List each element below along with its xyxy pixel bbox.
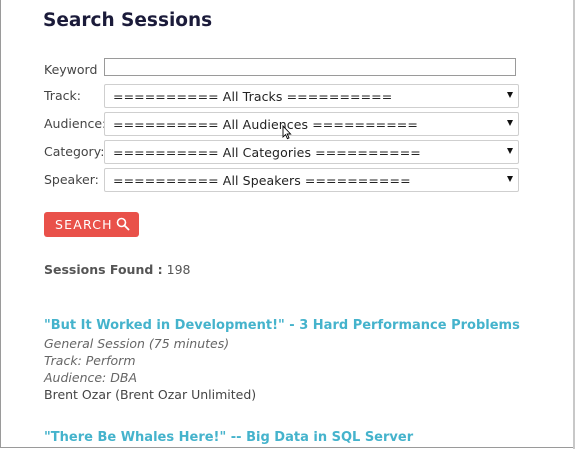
sessions-found-count: 198 — [166, 262, 191, 277]
session-title-link[interactable]: "But It Worked in Development!" - 3 Hard… — [44, 318, 520, 333]
search-button[interactable]: SEARCH — [44, 212, 139, 237]
session-item: "There Be Whales Here!" -- Big Data in S… — [44, 430, 413, 445]
session-item: "But It Worked in Development!" - 3 Hard… — [44, 318, 520, 402]
keyword-label: Keyword — [44, 62, 98, 77]
page-title: Search Sessions — [43, 10, 213, 31]
session-audience: Audience: DBA — [44, 370, 137, 385]
chevron-down-icon — [507, 176, 513, 182]
session-type: General Session (75 minutes) — [44, 336, 230, 351]
track-label: Track: — [44, 88, 81, 103]
track-select[interactable]: ========== All Tracks ========== — [104, 84, 519, 108]
session-track: Track: Perform — [44, 353, 136, 368]
category-row: Category: ========== All Categories ====… — [44, 140, 524, 164]
audience-select[interactable]: ========== All Audiences ========== — [104, 112, 519, 136]
keyword-row: Keyword — [44, 58, 524, 82]
search-icon — [116, 217, 130, 231]
chevron-down-icon — [507, 92, 513, 98]
search-button-label: SEARCH — [55, 217, 113, 232]
speaker-label: Speaker: — [44, 172, 99, 187]
audience-select-value: ========== All Audiences ========== — [113, 117, 418, 132]
speaker-select-value: ========== All Speakers ========== — [113, 173, 411, 188]
chevron-down-icon — [507, 120, 513, 126]
category-select[interactable]: ========== All Categories ========== — [104, 140, 519, 164]
keyword-input[interactable] — [104, 58, 516, 76]
sessions-found-label: Sessions Found : — [44, 262, 163, 277]
mouse-cursor-icon — [282, 125, 292, 140]
speaker-row: Speaker: ========== All Speakers =======… — [44, 168, 524, 192]
speaker-select[interactable]: ========== All Speakers ========== — [104, 168, 519, 192]
session-speaker: Brent Ozar (Brent Ozar Unlimited) — [44, 387, 257, 402]
track-row: Track: ========== All Tracks ========== — [44, 84, 524, 108]
track-select-value: ========== All Tracks ========== — [113, 89, 393, 104]
category-label: Category: — [44, 144, 105, 159]
browser-page: Search Sessions Keyword Track: =========… — [0, 0, 575, 448]
category-select-value: ========== All Categories ========== — [113, 145, 421, 160]
chevron-down-icon — [507, 148, 513, 154]
sessions-found: Sessions Found : 198 — [44, 262, 190, 277]
session-title-link[interactable]: "There Be Whales Here!" -- Big Data in S… — [44, 430, 413, 445]
audience-label: Audience: — [44, 116, 107, 131]
